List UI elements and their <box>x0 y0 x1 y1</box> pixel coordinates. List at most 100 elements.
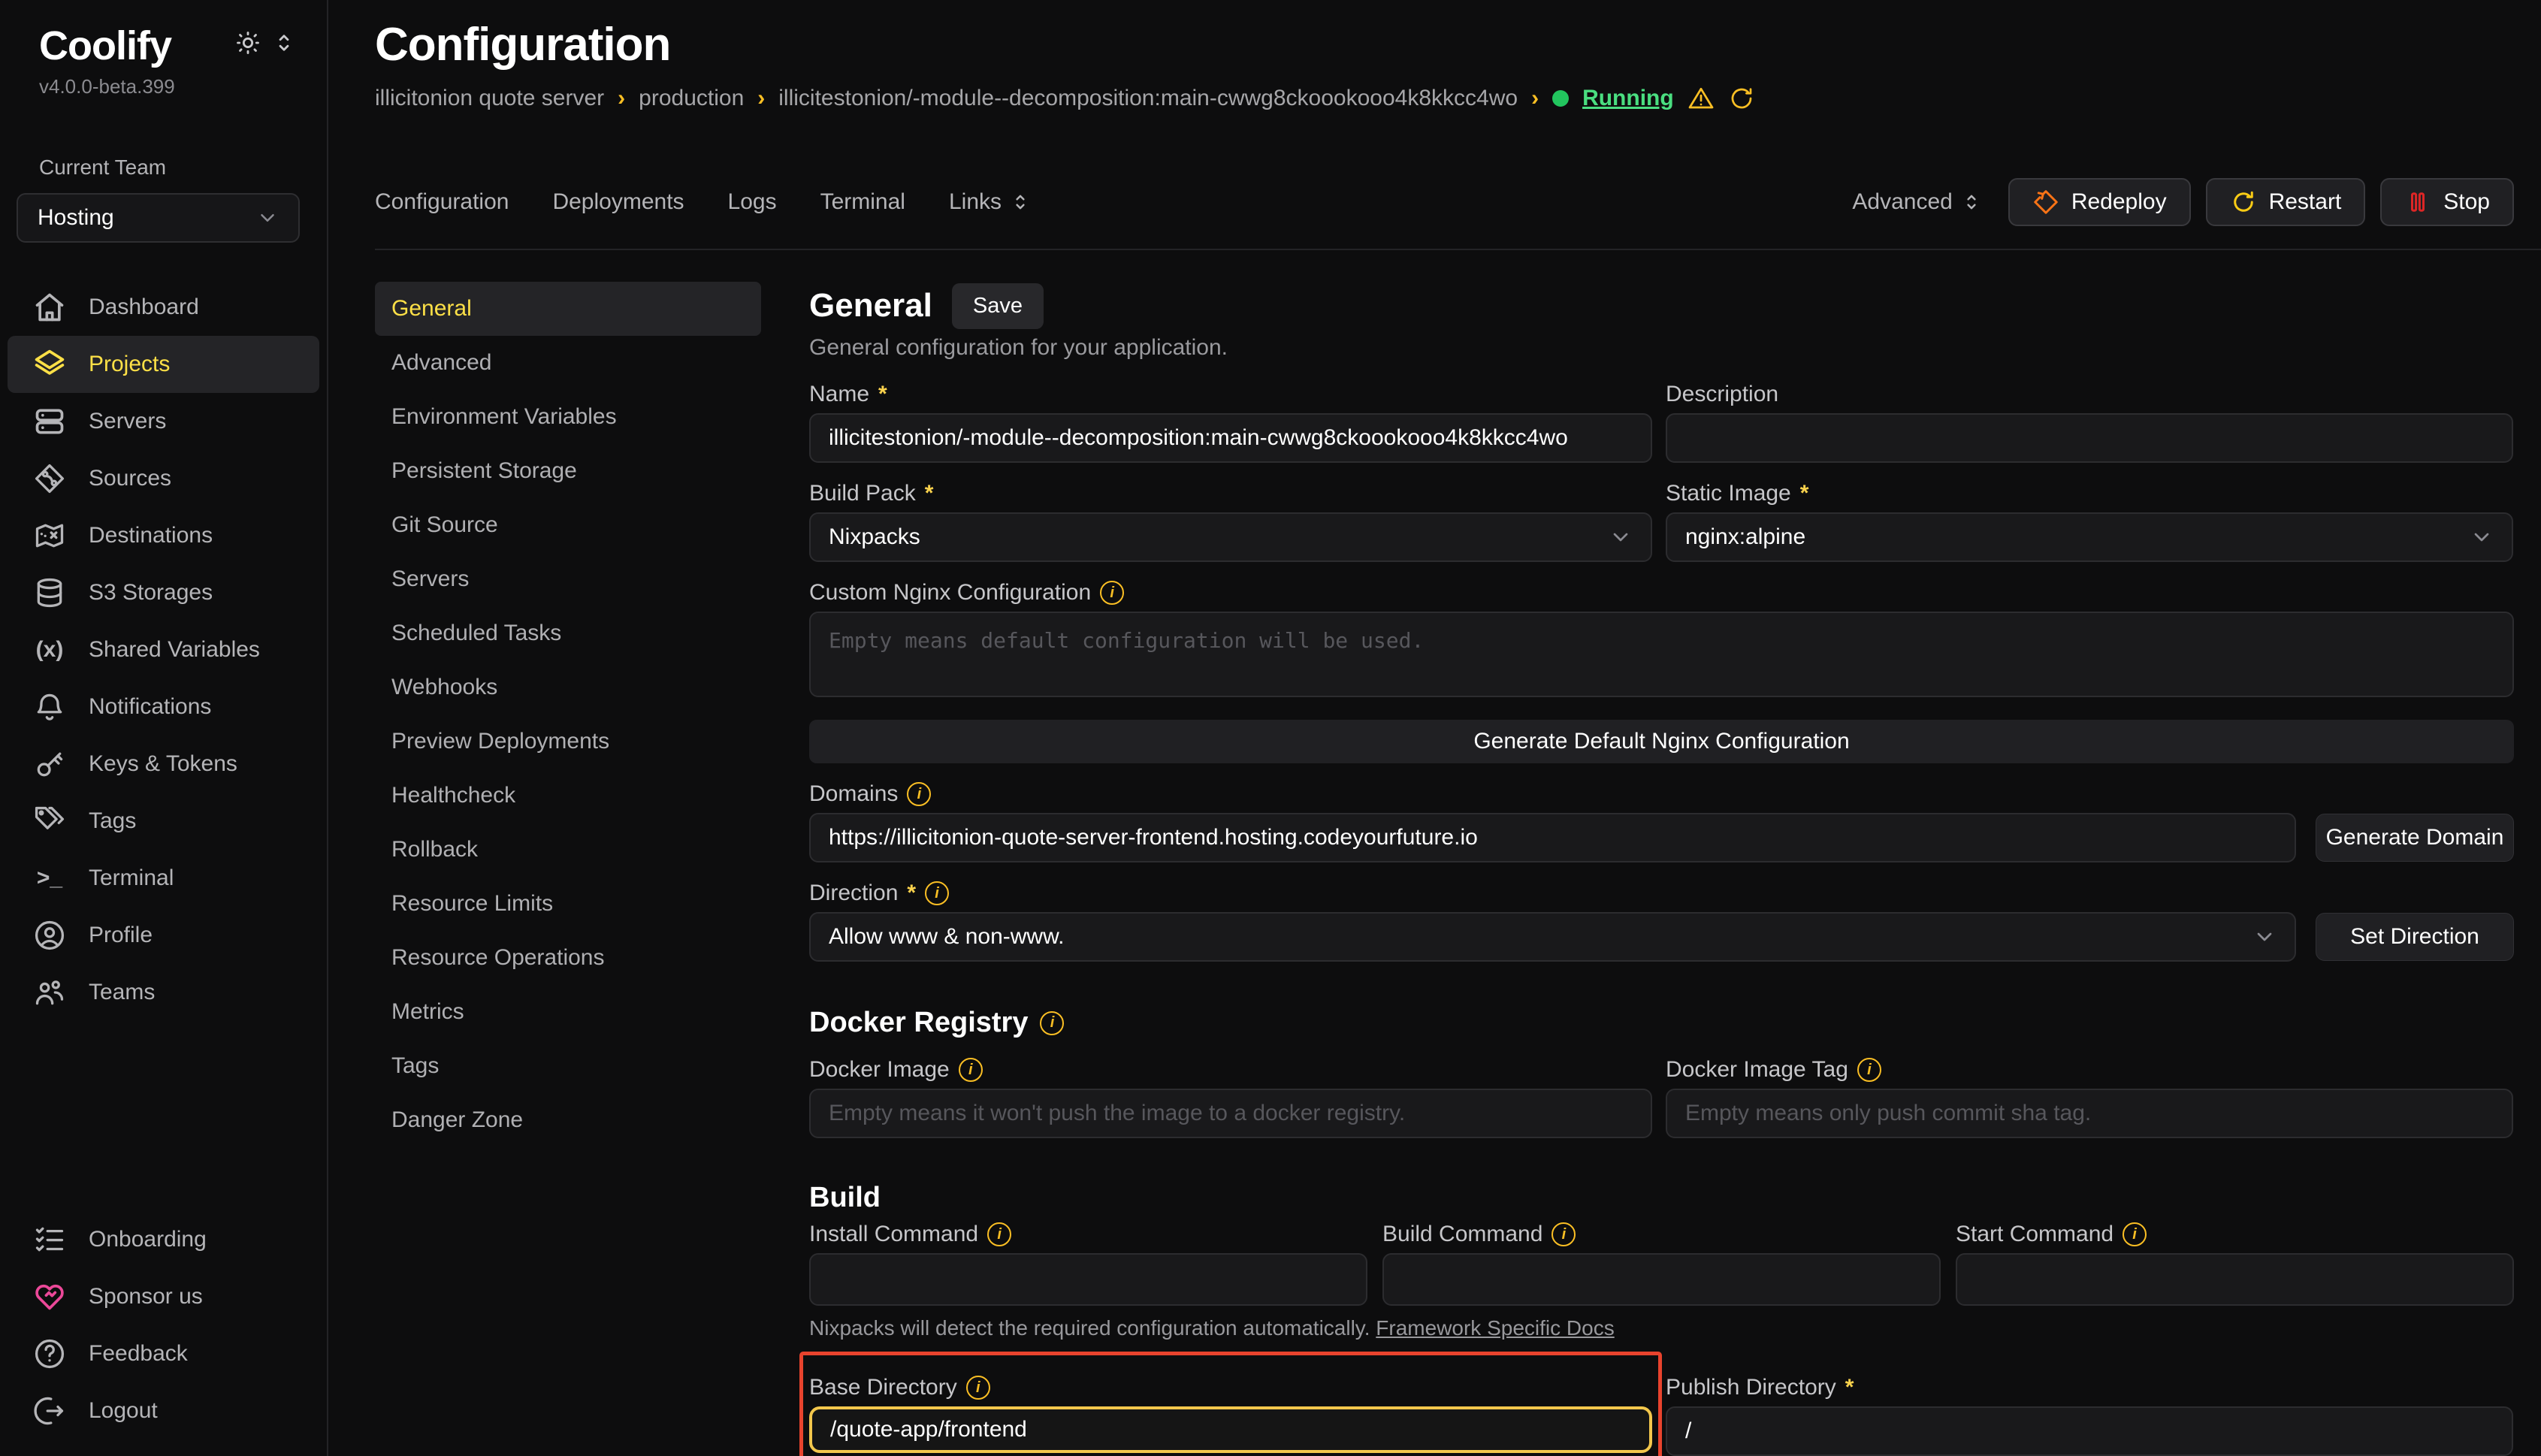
sidebar-item-logout[interactable]: Logout <box>8 1382 319 1439</box>
generate-nginx-button[interactable]: Generate Default Nginx Configuration <box>809 720 2514 763</box>
stop-button[interactable]: Stop <box>2380 178 2514 226</box>
tab-terminal[interactable]: Terminal <box>820 189 905 215</box>
subnav-item-git-source[interactable]: Git Source <box>375 498 761 552</box>
subnav-item-scheduled-tasks[interactable]: Scheduled Tasks <box>375 606 761 660</box>
custom-nginx-textarea[interactable] <box>809 612 2514 697</box>
chevrons-up-down-icon[interactable] <box>271 30 297 56</box>
advanced-dropdown[interactable]: Advanced <box>1852 189 1982 215</box>
subnav-item-danger-zone[interactable]: Danger Zone <box>375 1093 761 1147</box>
subnav-item-tags[interactable]: Tags <box>375 1039 761 1093</box>
sidebar-item-shared-variables[interactable]: (x) Shared Variables <box>8 621 319 678</box>
description-label: Description <box>1666 382 2513 407</box>
sidebar-item-destinations[interactable]: Destinations <box>8 507 319 564</box>
install-command-input[interactable] <box>809 1253 1367 1306</box>
domains-input[interactable] <box>809 813 2296 862</box>
chevrons-up-down-icon <box>1009 191 1032 213</box>
subnav-item-persistent-storage[interactable]: Persistent Storage <box>375 444 761 498</box>
direction-select[interactable]: Allow www & non-www. <box>809 912 2296 962</box>
sidebar-item-keys-tokens[interactable]: Keys & Tokens <box>8 736 319 793</box>
sidebar-item-dashboard[interactable]: Dashboard <box>8 279 319 336</box>
subnav-item-webhooks[interactable]: Webhooks <box>375 660 761 714</box>
subnav-item-resource-limits[interactable]: Resource Limits <box>375 877 761 931</box>
tab-configuration[interactable]: Configuration <box>375 189 509 215</box>
subnav-item-preview-deployments[interactable]: Preview Deployments <box>375 714 761 769</box>
name-input[interactable] <box>809 413 1652 463</box>
save-button[interactable]: Save <box>952 283 1044 329</box>
build-pack-value: Nixpacks <box>829 524 920 550</box>
key-icon <box>33 748 66 781</box>
tab-links[interactable]: Links <box>949 189 1032 215</box>
subnav-item-metrics[interactable]: Metrics <box>375 985 761 1039</box>
sidebar-item-label: Tags <box>89 808 136 834</box>
info-icon[interactable]: i <box>925 881 949 905</box>
redeploy-button[interactable]: Redeploy <box>2008 178 2191 226</box>
subnav-item-environment-variables[interactable]: Environment Variables <box>375 390 761 444</box>
info-icon[interactable]: i <box>959 1058 983 1082</box>
sidebar-item-label: Onboarding <box>89 1227 207 1252</box>
generate-domain-button[interactable]: Generate Domain <box>2316 814 2514 862</box>
build-pack-label: Build Pack* <box>809 481 1652 506</box>
heart-icon <box>33 1280 66 1313</box>
sidebar-item-onboarding[interactable]: Onboarding <box>8 1211 319 1268</box>
docker-image-tag-input[interactable] <box>1666 1089 2513 1138</box>
breadcrumb-environment[interactable]: production <box>639 86 744 111</box>
subnav-item-general[interactable]: General <box>375 282 761 336</box>
docker-image-input[interactable] <box>809 1089 1652 1138</box>
build-pack-select[interactable]: Nixpacks <box>809 512 1652 562</box>
sidebar-item-terminal[interactable]: >_ Terminal <box>8 850 319 907</box>
breadcrumb-separator: › <box>1531 86 1539 111</box>
info-icon[interactable]: i <box>1040 1011 1064 1035</box>
build-heading: Build <box>809 1182 881 1214</box>
description-input[interactable] <box>1666 413 2513 463</box>
subnav-item-advanced[interactable]: Advanced <box>375 336 761 390</box>
tab-deployments[interactable]: Deployments <box>552 189 684 215</box>
info-icon[interactable]: i <box>987 1222 1011 1246</box>
sidebar-item-sponsor-us[interactable]: Sponsor us <box>8 1268 319 1325</box>
info-icon[interactable]: i <box>907 782 931 806</box>
tab-logs[interactable]: Logs <box>728 189 777 215</box>
build-command-input[interactable] <box>1382 1253 1941 1306</box>
help-icon <box>33 1337 66 1370</box>
sidebar-item-profile[interactable]: Profile <box>8 907 319 964</box>
info-icon[interactable]: i <box>966 1376 990 1400</box>
sidebar-item-teams[interactable]: Teams <box>8 964 319 1021</box>
main-header: Configuration illicitonion quote server … <box>328 0 2541 250</box>
breadcrumb-application[interactable]: illicitestonion/-module--decomposition:m… <box>778 86 1518 111</box>
info-icon[interactable]: i <box>1100 581 1124 605</box>
domains-label: Domainsi <box>809 781 2514 807</box>
sidebar-item-servers[interactable]: Servers <box>8 393 319 450</box>
sun-icon[interactable] <box>235 30 261 56</box>
info-icon[interactable]: i <box>2123 1222 2147 1246</box>
warning-icon[interactable] <box>1687 85 1715 112</box>
sidebar-item-label: Terminal <box>89 865 174 891</box>
brand-logo[interactable]: Coolify <box>39 23 171 69</box>
subnav-item-servers[interactable]: Servers <box>375 552 761 606</box>
subnav-item-rollback[interactable]: Rollback <box>375 823 761 877</box>
sidebar-item-projects[interactable]: Projects <box>8 336 319 393</box>
set-direction-button[interactable]: Set Direction <box>2316 913 2514 961</box>
breadcrumb-project[interactable]: illicitonion quote server <box>375 86 604 111</box>
base-directory-input[interactable] <box>809 1406 1652 1453</box>
subnav-item-healthcheck[interactable]: Healthcheck <box>375 769 761 823</box>
refresh-icon[interactable] <box>1728 85 1755 112</box>
status-running-link[interactable]: Running <box>1582 86 1674 111</box>
sidebar-item-feedback[interactable]: Feedback <box>8 1325 319 1382</box>
start-command-input[interactable] <box>1956 1253 2514 1306</box>
tabs: Configuration Deployments Logs Terminal … <box>375 189 1032 215</box>
sidebar-item-notifications[interactable]: Notifications <box>8 678 319 736</box>
sidebar-item-s3-storages[interactable]: S3 Storages <box>8 564 319 621</box>
publish-directory-input[interactable] <box>1666 1406 2513 1456</box>
chevrons-up-down-icon <box>1960 191 1983 213</box>
framework-docs-link[interactable]: Framework Specific Docs <box>1376 1316 1614 1340</box>
logo-row: Coolify <box>0 0 327 69</box>
info-icon[interactable]: i <box>1551 1222 1576 1246</box>
sidebar-item-sources[interactable]: Sources <box>8 450 319 507</box>
restart-button[interactable]: Restart <box>2206 178 2366 226</box>
team-select[interactable]: Hosting <box>17 193 300 243</box>
docker-image-tag-label: Docker Image Tagi <box>1666 1057 2513 1083</box>
info-icon[interactable]: i <box>1857 1058 1881 1082</box>
subnav-item-resource-operations[interactable]: Resource Operations <box>375 931 761 985</box>
restart-label: Restart <box>2269 189 2342 215</box>
static-image-select[interactable]: nginx:alpine <box>1666 512 2513 562</box>
sidebar-item-tags[interactable]: Tags <box>8 793 319 850</box>
